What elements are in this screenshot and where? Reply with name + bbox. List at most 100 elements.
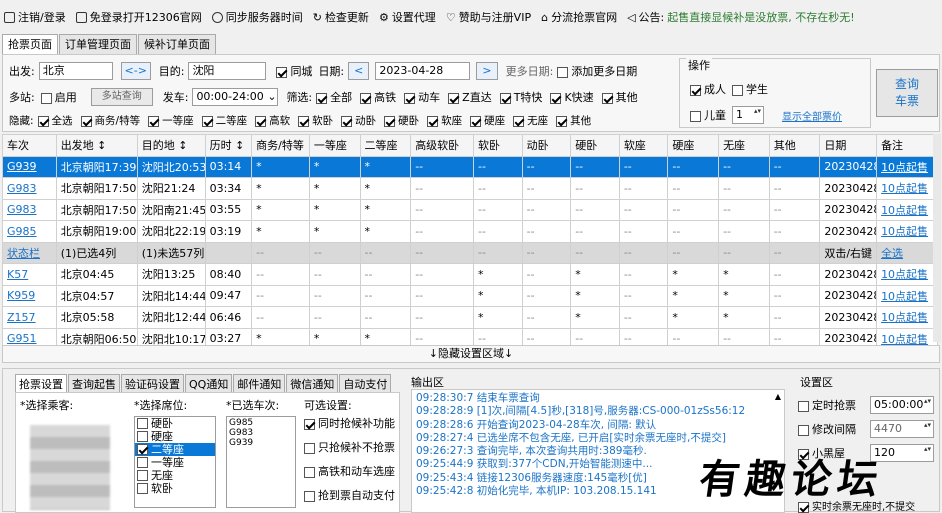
column-header[interactable]: 商务/特等 — [251, 134, 310, 157]
list-item[interactable]: G939 — [229, 438, 293, 448]
child-checkbox[interactable]: 儿童 — [690, 107, 726, 123]
menu-open-12306[interactable]: 免登录打开12306官网 — [75, 9, 202, 25]
filter-t[interactable]: T特快 — [499, 89, 542, 105]
train-number-link[interactable]: G983 — [2, 177, 57, 200]
tab-grab-ticket[interactable]: 抢票页面 — [2, 34, 58, 54]
hide-yingzuo[interactable]: 硬座 — [470, 113, 505, 128]
filter-z[interactable]: Z直达 — [448, 89, 492, 105]
seat-option[interactable]: 二等座 — [135, 443, 215, 456]
menu-official-site[interactable]: ⌂ 分流抢票官网 — [541, 9, 617, 25]
table-row[interactable]: G983 北京朝阳17:50 沈阳南21:45 03:55 * * * -- -- -- -- -- -… — [2, 198, 938, 221]
next-date-button[interactable]: > — [476, 62, 498, 80]
hide-first[interactable]: 一等座 — [148, 113, 194, 128]
column-header[interactable]: 一等座 — [308, 134, 361, 157]
student-checkbox[interactable]: 学生 — [732, 81, 768, 97]
hide-gaoruan[interactable]: 高软 — [255, 113, 290, 128]
hide-ruanwo[interactable]: 软卧 — [298, 113, 333, 128]
filter-dongche[interactable]: 动车 — [404, 89, 440, 105]
remark-link[interactable]: 10点起售 — [876, 284, 938, 307]
remark-link[interactable]: 10点起售 — [876, 306, 938, 329]
train-number-link[interactable]: Z157 — [2, 306, 57, 329]
table-row[interactable]: G985 北京朝阳19:00 沈阳北22:19 03:19 * * * -- -- -- -- -- -… — [2, 220, 938, 243]
list-item[interactable]: G985 — [229, 418, 293, 428]
tab-captcha[interactable]: 验证码设置 — [121, 374, 184, 392]
remark-link[interactable]: 10点起售 — [876, 155, 938, 178]
remark-link[interactable]: 10点起售 — [876, 177, 938, 200]
column-header[interactable]: 历时 ↕ — [204, 134, 253, 157]
train-number-link[interactable]: K959 — [2, 284, 57, 307]
train-number-link[interactable]: K57 — [2, 263, 57, 286]
option-checkbox[interactable]: 高铁和动车选座 — [304, 463, 395, 487]
add-dates-checkbox[interactable]: 添加更多日期 — [557, 63, 637, 79]
table-row[interactable]: Z157 北京05:58 沈阳北12:44 06:46 -- -- -- -- * -- * -- * *… — [2, 306, 938, 329]
interval-input[interactable]: 4470 — [870, 420, 934, 438]
filter-gaotie[interactable]: 高铁 — [360, 89, 396, 105]
option-checkbox[interactable]: 只抢候补不抢票 — [304, 439, 395, 463]
filter-k[interactable]: K快速 — [550, 89, 594, 105]
column-header[interactable]: 其他 — [768, 134, 821, 157]
seat-option[interactable]: 一等座 — [135, 456, 215, 469]
column-header[interactable]: 软卧 — [472, 134, 523, 157]
show-prices-link[interactable]: 显示全部票价 — [782, 108, 842, 123]
column-header[interactable]: 软座 — [618, 134, 669, 157]
tab-email[interactable]: 邮件通知 — [233, 374, 286, 392]
column-header[interactable]: 车次 — [2, 134, 57, 157]
column-header[interactable]: 二等座 — [359, 134, 412, 157]
seat-option[interactable]: 软卧 — [135, 482, 215, 495]
tab-waitlist[interactable]: 候补订单页面 — [138, 34, 216, 54]
menu-login[interactable]: 注销/登录 — [4, 9, 66, 25]
timed-grab-checkbox[interactable]: 定时抢票 — [798, 397, 870, 413]
hide-other[interactable]: 其他 — [556, 113, 591, 128]
date-input[interactable]: 2023-04-28 — [375, 62, 471, 80]
hide-ruanzuo[interactable]: 软座 — [427, 113, 462, 128]
tab-autopay[interactable]: 自动支付 — [339, 374, 392, 392]
tab-wechat[interactable]: 微信通知 — [286, 374, 339, 392]
column-header[interactable]: 无座 — [718, 134, 770, 157]
multi-query-button[interactable]: 多站查询 — [90, 88, 153, 106]
table-row[interactable]: G939 北京朝阳17:39 沈阳北20:53 03:14 * * * -- -- -- -- -- -… — [2, 155, 938, 178]
table-row[interactable]: G983 北京朝阳17:50 沈阳21:24 03:34 * * * -- -- -- -- -- --… — [2, 177, 938, 200]
interval-checkbox[interactable]: 修改间隔 — [798, 421, 870, 437]
menu-check-update[interactable]: ↻ 检查更新 — [313, 9, 369, 25]
tab-qq[interactable]: QQ通知 — [185, 374, 233, 392]
hide-dongwo[interactable]: 动卧 — [341, 113, 376, 128]
scroll-up-icon[interactable]: ▲ — [775, 392, 781, 401]
column-header[interactable]: 硬座 — [667, 134, 720, 157]
seat-option[interactable]: 硬卧 — [135, 417, 215, 430]
train-number-link[interactable]: 状态栏 — [2, 241, 57, 264]
option-checkbox[interactable]: 同时抢候补功能 — [304, 415, 395, 439]
query-button[interactable]: 查询 车票 — [876, 69, 938, 117]
hide-all[interactable]: 全选 — [37, 113, 73, 128]
list-item[interactable]: G983 — [229, 428, 293, 438]
filter-other[interactable]: 其他 — [601, 89, 638, 105]
column-header[interactable]: 日期 — [819, 134, 878, 157]
hide-settings-toggle[interactable]: ↓隐藏设置区域↓ — [2, 345, 940, 363]
train-number-link[interactable]: G939 — [2, 155, 57, 178]
passenger-list-blurred[interactable] — [30, 425, 110, 510]
column-header[interactable]: 备注 — [876, 134, 938, 157]
table-scrollbar[interactable] — [933, 134, 941, 342]
tab-order-manage[interactable]: 订单管理页面 — [59, 34, 137, 54]
remark-link[interactable]: 全选 — [876, 241, 938, 264]
tab-query-sale[interactable]: 查询起售 — [68, 374, 120, 392]
seat-option[interactable]: 硬座 — [135, 430, 215, 443]
remark-link[interactable]: 10点起售 — [876, 263, 938, 286]
train-number-link[interactable]: G985 — [2, 220, 57, 243]
menu-sync-time[interactable]: 同步服务器时间 — [211, 9, 303, 25]
column-header[interactable]: 高级软卧 — [410, 134, 474, 157]
table-row[interactable]: 状态栏 (1)已选4列 (1)未选57列 -- -- -- -- -- -- -- -- -- -- --… — [2, 241, 938, 264]
tab-grab-settings[interactable]: 抢票设置 — [15, 374, 67, 392]
column-header[interactable]: 出发地 ↕ — [55, 134, 138, 157]
column-header[interactable]: 硬卧 — [570, 134, 620, 157]
selected-trains-list[interactable]: G985 G983 G939 — [226, 416, 296, 508]
train-number-link[interactable]: G983 — [2, 198, 57, 221]
depart-time-select[interactable]: 00:00-24:00 ⌄ — [192, 88, 279, 106]
hide-business[interactable]: 商务/特等 — [80, 113, 140, 128]
hide-wuzuo[interactable]: 无座 — [513, 113, 548, 128]
option-checkbox[interactable]: 抢到票自动支付 — [304, 487, 395, 511]
table-row[interactable]: K959 北京04:57 沈阳北14:44 09:47 -- -- -- -- * -- * -- * *… — [2, 284, 938, 307]
hide-yingwo[interactable]: 硬卧 — [384, 113, 419, 128]
same-city-checkbox[interactable]: 同城 — [276, 63, 312, 79]
swap-button[interactable]: <-> — [120, 62, 151, 80]
menu-proxy[interactable]: ⚙ 设置代理 — [379, 9, 436, 25]
